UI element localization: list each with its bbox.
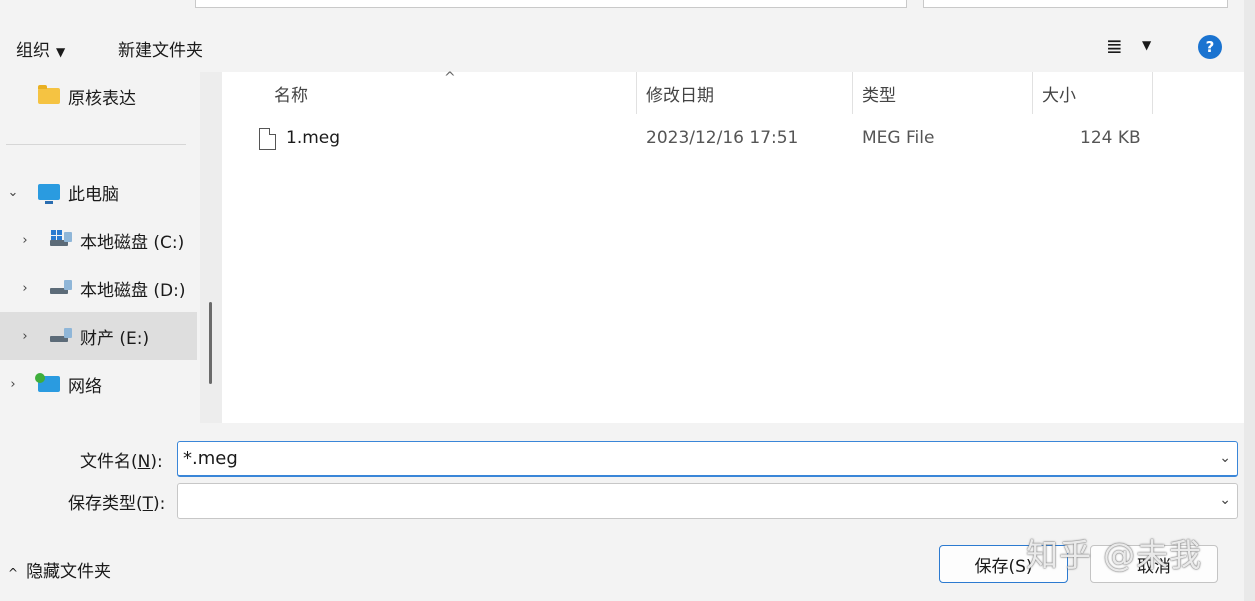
- sidebar-item-drive-e[interactable]: › 财产 (E:): [0, 312, 197, 360]
- filename-label: 文件名(N):: [80, 452, 163, 472]
- top-strip: [0, 0, 1255, 24]
- file-name[interactable]: 1.meg: [286, 128, 340, 148]
- sidebar-item-label: 本地磁盘 (D:): [80, 280, 186, 301]
- file-icon: [259, 128, 276, 150]
- chevron-down-icon[interactable]: ⌄: [1219, 492, 1231, 508]
- pc-icon: [38, 184, 60, 204]
- column-divider[interactable]: [1032, 72, 1033, 114]
- chevron-down-icon[interactable]: ⌄: [6, 185, 20, 200]
- sidebar-item-network[interactable]: › 网络: [6, 360, 196, 408]
- chevron-right-icon[interactable]: ›: [18, 329, 32, 344]
- sort-ascending-icon: ^: [444, 70, 456, 86]
- navigation-pane: 原核表达 ⌄ 此电脑 › 本地磁盘 (C:) › 本地磁盘 (D:) › 财产 …: [0, 72, 222, 423]
- file-modified: 2023/12/16 17:51: [646, 128, 799, 148]
- column-divider[interactable]: [1152, 72, 1153, 114]
- drive-icon: [50, 280, 72, 294]
- new-folder-button[interactable]: 新建文件夹: [118, 36, 203, 61]
- filename-input[interactable]: *.meg ⌄: [177, 441, 1238, 477]
- file-list: ^ 名称 修改日期 类型 大小 1.meg 2023/12/16 17:51 M…: [222, 70, 1244, 423]
- nav-scrollbar-thumb[interactable]: [209, 302, 212, 384]
- filetype-label: 保存类型(T):: [68, 494, 166, 514]
- filetype-select[interactable]: ⌄: [177, 483, 1238, 519]
- sidebar-item-this-pc[interactable]: ⌄ 此电脑: [6, 168, 196, 216]
- column-header-name[interactable]: 名称: [274, 72, 308, 114]
- filename-value: *.meg: [183, 448, 238, 469]
- organize-button[interactable]: 组织 ▼: [16, 36, 65, 61]
- sidebar-item-label: 原核表达: [68, 88, 136, 109]
- chevron-right-icon[interactable]: ›: [18, 281, 32, 296]
- column-header-type[interactable]: 类型: [862, 72, 896, 114]
- sidebar-item-label: 财产 (E:): [80, 328, 150, 349]
- address-bar[interactable]: [195, 0, 907, 8]
- chevron-down-icon: ▼: [56, 45, 66, 59]
- column-header-modified[interactable]: 修改日期: [646, 72, 714, 114]
- view-options-chevron-icon[interactable]: ▼: [1142, 38, 1151, 52]
- list-view-icon[interactable]: ≣: [1106, 34, 1123, 58]
- save-form: 文件名(N): *.meg ⌄ 保存类型(T): ⌄: [0, 423, 1244, 521]
- sidebar-item-label: 本地磁盘 (C:): [80, 232, 185, 253]
- watermark: 知乎 @未我: [1026, 536, 1203, 574]
- chevron-up-icon: ^: [8, 566, 19, 580]
- column-divider[interactable]: [852, 72, 853, 114]
- sidebar-item-drive-c[interactable]: › 本地磁盘 (C:): [18, 216, 200, 264]
- drive-c-icon: [50, 230, 72, 246]
- column-header-size[interactable]: 大小: [1042, 72, 1076, 114]
- hide-folders-button[interactable]: ^ 隐藏文件夹: [8, 557, 111, 582]
- sidebar-item-folder[interactable]: 原核表达: [38, 72, 198, 120]
- nav-divider: [6, 144, 186, 145]
- drive-icon: [50, 328, 72, 342]
- chevron-right-icon[interactable]: ›: [6, 377, 20, 392]
- toolbar: 组织 ▼ 新建文件夹 ≣ ▼ ?: [0, 24, 1244, 72]
- network-icon: [35, 373, 60, 392]
- search-box[interactable]: [923, 0, 1228, 8]
- hide-folders-label: 隐藏文件夹: [26, 562, 112, 582]
- organize-label: 组织: [16, 41, 50, 61]
- chevron-right-icon[interactable]: ›: [18, 233, 32, 248]
- file-type: MEG File: [862, 128, 935, 148]
- chevron-down-icon[interactable]: ⌄: [1219, 450, 1231, 466]
- help-icon[interactable]: ?: [1198, 35, 1222, 59]
- file-size: 124 KB: [1080, 128, 1141, 148]
- folder-icon: [38, 85, 60, 104]
- window-scrollbar[interactable]: [1244, 0, 1255, 601]
- sidebar-item-label: 此电脑: [68, 184, 119, 205]
- sidebar-item-drive-d[interactable]: › 本地磁盘 (D:): [18, 264, 200, 312]
- column-divider[interactable]: [636, 72, 637, 114]
- sidebar-item-label: 网络: [68, 376, 102, 397]
